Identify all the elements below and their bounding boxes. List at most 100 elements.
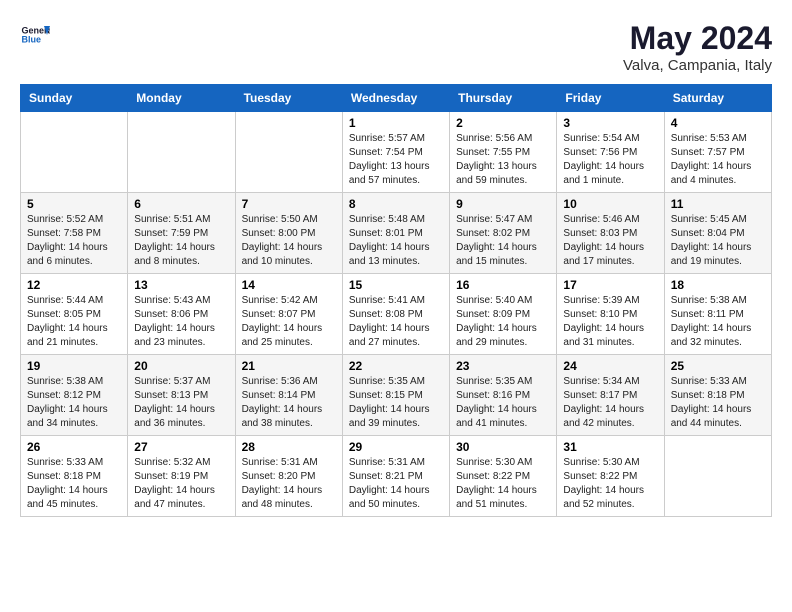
- weekday-header-tuesday: Tuesday: [235, 85, 342, 112]
- calendar-cell: 13Sunrise: 5:43 AM Sunset: 8:06 PM Dayli…: [128, 274, 235, 355]
- day-number: 2: [456, 116, 550, 130]
- day-info: Sunrise: 5:30 AM Sunset: 8:22 PM Dayligh…: [456, 456, 550, 512]
- day-info: Sunrise: 5:40 AM Sunset: 8:09 PM Dayligh…: [456, 294, 550, 350]
- calendar-cell: 25 Sunrise: 5:33 AM Sunset: 8:18 PM Dayli…: [664, 355, 771, 436]
- day-info: Sunrise: 5:54 AM Sunset: 7:56 PM Dayligh…: [563, 132, 657, 188]
- day-number: 30: [456, 440, 550, 454]
- calendar-cell: 16 Sunrise: 5:40 AM Sunset: 8:09 PM Dayli…: [450, 274, 557, 355]
- calendar-cell: 15 Sunrise: 5:41 AM Sunset: 8:08 PM Dayli…: [342, 274, 449, 355]
- day-number: 9: [456, 197, 550, 211]
- day-info: Sunrise: 5:56 AM Sunset: 7:55 PM Dayligh…: [456, 132, 550, 188]
- day-info: Sunrise: 5:37 AM Sunset: 8:13 PM Dayligh…: [134, 375, 228, 431]
- logo-icon: General Blue: [20, 20, 50, 50]
- calendar-cell: 6 Sunrise: 5:51 AM Sunset: 7:59 PM Daylig…: [128, 193, 235, 274]
- day-info: Sunrise: 5:38 AM Sunset: 8:11 PM Dayligh…: [671, 294, 765, 350]
- calendar-cell: 12 Sunrise: 5:44 AM Sunset: 8:05 PM Dayli…: [21, 274, 128, 355]
- day-info: Sunrise: 5:31 AM Sunset: 8:21 PM Dayligh…: [349, 456, 443, 512]
- day-info: Sunrise: 5:46 AM Sunset: 8:03 PM Dayligh…: [563, 213, 657, 269]
- month-title: May 2024: [623, 20, 772, 57]
- weekday-header-sunday: Sunday: [21, 85, 128, 112]
- calendar-cell: 8 Sunrise: 5:48 AM Sunset: 8:01 PM Daylig…: [342, 193, 449, 274]
- weekday-header-friday: Friday: [557, 85, 664, 112]
- day-number: 18: [671, 278, 765, 292]
- calendar-header-row: SundayMondayTuesdayWednesdayThursdayFrid…: [21, 85, 772, 112]
- calendar-cell: 27Sunrise: 5:32 AM Sunset: 8:19 PM Dayli…: [128, 436, 235, 517]
- calendar-cell: 1Sunrise: 5:57 AM Sunset: 7:54 PM Daylig…: [342, 112, 449, 193]
- calendar-cell: 19Sunrise: 5:38 AM Sunset: 8:12 PM Dayli…: [21, 355, 128, 436]
- calendar-cell: [664, 436, 771, 517]
- page-header: General Blue May 2024 Valva, Campania, I…: [20, 20, 772, 74]
- day-info: Sunrise: 5:35 AM Sunset: 8:16 PM Dayligh…: [456, 375, 550, 431]
- day-number: 23: [456, 359, 550, 373]
- calendar-cell: 24 Sunrise: 5:34 AM Sunset: 8:17 PM Dayli…: [557, 355, 664, 436]
- day-number: 24: [563, 359, 657, 373]
- day-number: 22: [349, 359, 443, 373]
- day-number: 12: [27, 278, 121, 292]
- title-block: May 2024 Valva, Campania, Italy: [623, 20, 772, 74]
- calendar-cell: 21 Sunrise: 5:36 AM Sunset: 8:14 PM Dayli…: [235, 355, 342, 436]
- day-info: Sunrise: 5:48 AM Sunset: 8:01 PM Dayligh…: [349, 213, 443, 269]
- day-number: 29: [349, 440, 443, 454]
- day-info: Sunrise: 5:57 AM Sunset: 7:54 PM Dayligh…: [349, 132, 443, 188]
- weekday-header-thursday: Thursday: [450, 85, 557, 112]
- location-title: Valva, Campania, Italy: [623, 57, 772, 74]
- day-number: 6: [134, 197, 228, 211]
- day-number: 21: [242, 359, 336, 373]
- day-number: 31: [563, 440, 657, 454]
- day-number: 26: [27, 440, 121, 454]
- day-number: 10: [563, 197, 657, 211]
- day-number: 14: [242, 278, 336, 292]
- calendar-cell: 26 Sunrise: 5:33 AM Sunset: 8:18 PM Dayli…: [21, 436, 128, 517]
- calendar-cell: 18 Sunrise: 5:38 AM Sunset: 8:11 PM Dayli…: [664, 274, 771, 355]
- weekday-header-monday: Monday: [128, 85, 235, 112]
- calendar-cell: 20 Sunrise: 5:37 AM Sunset: 8:13 PM Dayli…: [128, 355, 235, 436]
- day-number: 8: [349, 197, 443, 211]
- calendar-cell: 14 Sunrise: 5:42 AM Sunset: 8:07 PM Dayli…: [235, 274, 342, 355]
- day-info: Sunrise: 5:41 AM Sunset: 8:08 PM Dayligh…: [349, 294, 443, 350]
- day-number: 25: [671, 359, 765, 373]
- day-number: 16: [456, 278, 550, 292]
- day-number: 20: [134, 359, 228, 373]
- day-number: 13: [134, 278, 228, 292]
- day-info: Sunrise: 5:31 AM Sunset: 8:20 PM Dayligh…: [242, 456, 336, 512]
- calendar-cell: 3 Sunrise: 5:54 AM Sunset: 7:56 PM Daylig…: [557, 112, 664, 193]
- calendar-week-3: 12 Sunrise: 5:44 AM Sunset: 8:05 PM Dayli…: [21, 274, 772, 355]
- day-info: Sunrise: 5:45 AM Sunset: 8:04 PM Dayligh…: [671, 213, 765, 269]
- calendar-cell: 7Sunrise: 5:50 AM Sunset: 8:00 PM Daylig…: [235, 193, 342, 274]
- day-info: Sunrise: 5:44 AM Sunset: 8:05 PM Dayligh…: [27, 294, 121, 350]
- calendar-cell: 4Sunrise: 5:53 AM Sunset: 7:57 PM Daylig…: [664, 112, 771, 193]
- calendar-cell: 31Sunrise: 5:30 AM Sunset: 8:22 PM Dayli…: [557, 436, 664, 517]
- logo: General Blue: [20, 20, 50, 50]
- day-number: 3: [563, 116, 657, 130]
- day-number: 4: [671, 116, 765, 130]
- calendar-cell: 23 Sunrise: 5:35 AM Sunset: 8:16 PM Dayli…: [450, 355, 557, 436]
- day-info: Sunrise: 5:52 AM Sunset: 7:58 PM Dayligh…: [27, 213, 121, 269]
- day-info: Sunrise: 5:34 AM Sunset: 8:17 PM Dayligh…: [563, 375, 657, 431]
- day-info: Sunrise: 5:35 AM Sunset: 8:15 PM Dayligh…: [349, 375, 443, 431]
- day-info: Sunrise: 5:32 AM Sunset: 8:19 PM Dayligh…: [134, 456, 228, 512]
- calendar-cell: 5 Sunrise: 5:52 AM Sunset: 7:58 PM Daylig…: [21, 193, 128, 274]
- day-info: Sunrise: 5:33 AM Sunset: 8:18 PM Dayligh…: [671, 375, 765, 431]
- day-number: 5: [27, 197, 121, 211]
- calendar-cell: [21, 112, 128, 193]
- day-info: Sunrise: 5:39 AM Sunset: 8:10 PM Dayligh…: [563, 294, 657, 350]
- calendar-cell: 2 Sunrise: 5:56 AM Sunset: 7:55 PM Daylig…: [450, 112, 557, 193]
- day-info: Sunrise: 5:38 AM Sunset: 8:12 PM Dayligh…: [27, 375, 121, 431]
- day-info: Sunrise: 5:33 AM Sunset: 8:18 PM Dayligh…: [27, 456, 121, 512]
- calendar-cell: 10 Sunrise: 5:46 AM Sunset: 8:03 PM Dayli…: [557, 193, 664, 274]
- day-number: 28: [242, 440, 336, 454]
- calendar-cell: [235, 112, 342, 193]
- day-number: 11: [671, 197, 765, 211]
- day-number: 17: [563, 278, 657, 292]
- calendar-cell: 22 Sunrise: 5:35 AM Sunset: 8:15 PM Dayli…: [342, 355, 449, 436]
- calendar-cell: 9 Sunrise: 5:47 AM Sunset: 8:02 PM Daylig…: [450, 193, 557, 274]
- calendar-cell: 17 Sunrise: 5:39 AM Sunset: 8:10 PM Dayli…: [557, 274, 664, 355]
- day-info: Sunrise: 5:42 AM Sunset: 8:07 PM Dayligh…: [242, 294, 336, 350]
- day-number: 15: [349, 278, 443, 292]
- day-info: Sunrise: 5:51 AM Sunset: 7:59 PM Dayligh…: [134, 213, 228, 269]
- calendar-cell: 30 Sunrise: 5:30 AM Sunset: 8:22 PM Dayli…: [450, 436, 557, 517]
- day-info: Sunrise: 5:36 AM Sunset: 8:14 PM Dayligh…: [242, 375, 336, 431]
- day-info: Sunrise: 5:47 AM Sunset: 8:02 PM Dayligh…: [456, 213, 550, 269]
- day-info: Sunrise: 5:50 AM Sunset: 8:00 PM Dayligh…: [242, 213, 336, 269]
- calendar-cell: 11 Sunrise: 5:45 AM Sunset: 8:04 PM Dayli…: [664, 193, 771, 274]
